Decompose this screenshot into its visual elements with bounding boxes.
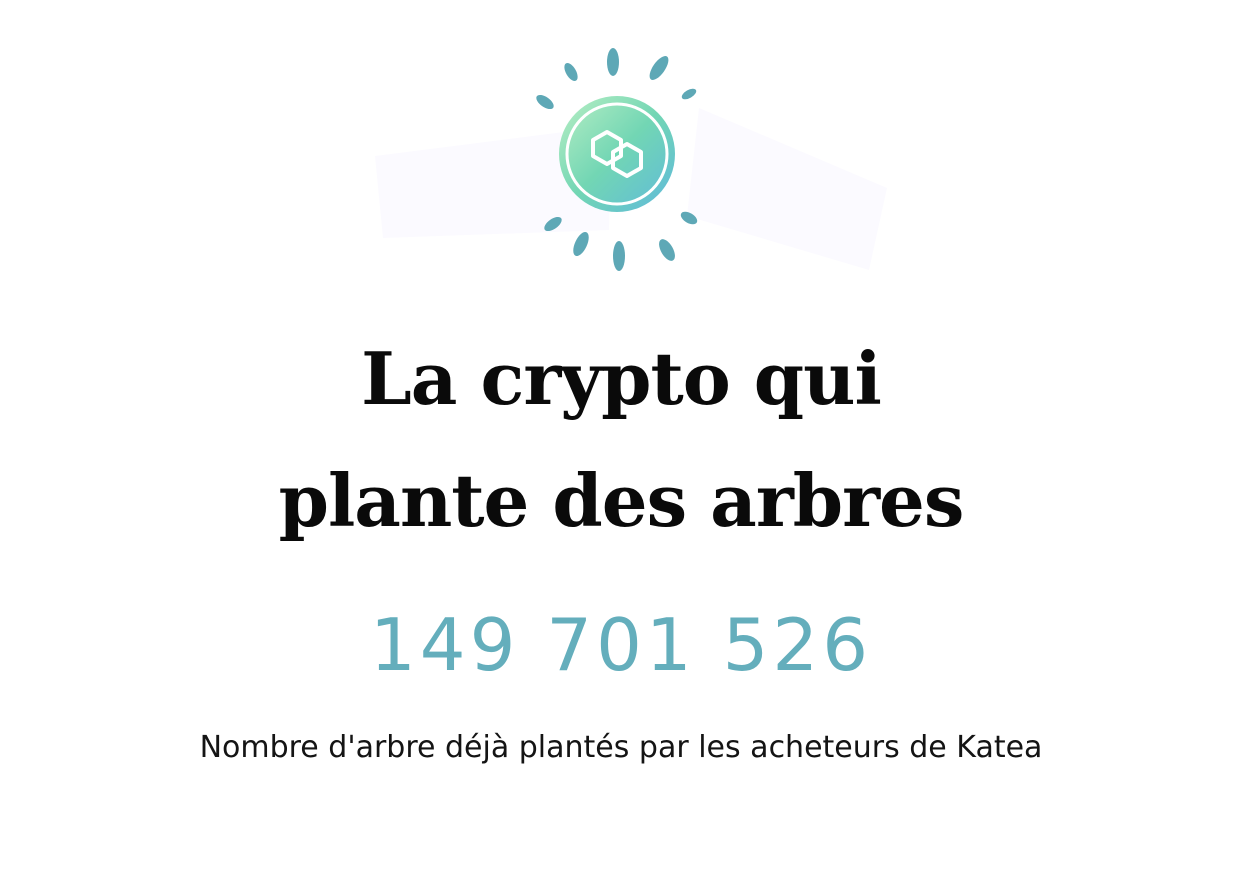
tree-counter: 149 701 526 [369, 603, 873, 687]
katea-logo-icon [375, 48, 887, 271]
headline-line-2: plante des arbres [278, 458, 965, 543]
headline: La crypto qui plante des arbres [0, 318, 1242, 562]
counter-caption: Nombre d'arbre déjà plantés par les ache… [199, 730, 1043, 765]
backdrop-shape-right [687, 108, 887, 270]
headline-line-1: La crypto qui [361, 336, 882, 421]
coin-circle [559, 96, 675, 212]
katea-logo [371, 38, 891, 278]
